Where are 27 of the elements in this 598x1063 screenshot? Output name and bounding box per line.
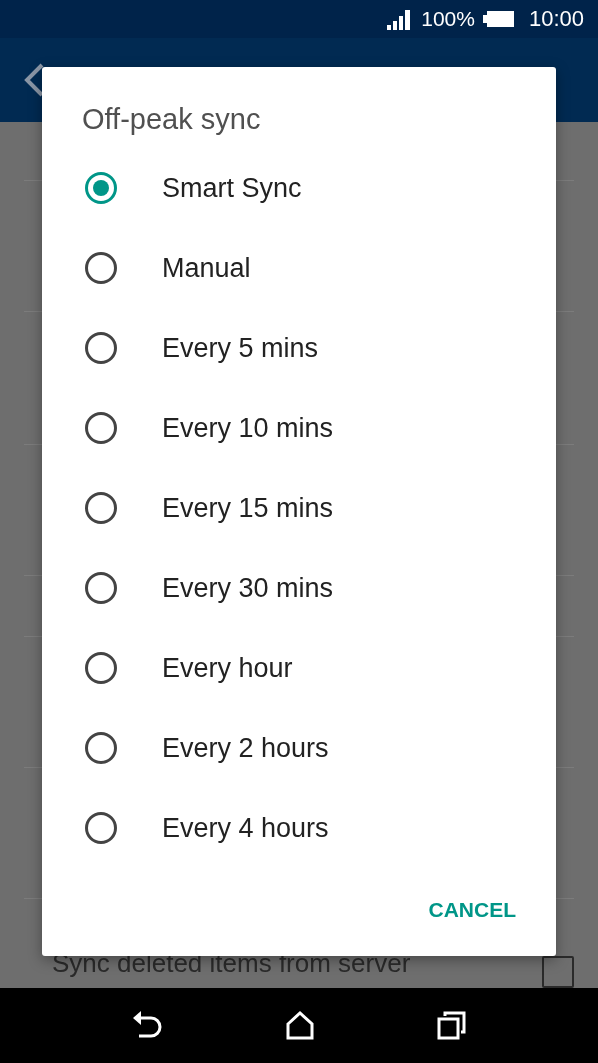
radio-option[interactable]: Every 2 hours [42, 708, 556, 788]
cancel-button[interactable]: CANCEL [426, 892, 518, 928]
back-icon[interactable] [131, 1010, 163, 1041]
dialog-title: Off-peak sync [82, 103, 262, 137]
radio-option[interactable]: Every 15 mins [42, 468, 556, 548]
recent-apps-icon[interactable] [437, 1010, 467, 1041]
back-icon[interactable] [24, 62, 44, 97]
radio-option[interactable]: Every 30 mins [42, 548, 556, 628]
radio-button-icon[interactable] [84, 411, 118, 445]
radio-option[interactable]: Smart Sync [42, 148, 556, 228]
radio-button-icon[interactable] [84, 331, 118, 365]
home-icon[interactable] [285, 1010, 315, 1041]
radio-button-icon[interactable] [84, 731, 118, 765]
radio-option[interactable]: Every 10 mins [42, 388, 556, 468]
battery-percentage: 100% [421, 6, 475, 31]
radio-button-icon[interactable] [84, 571, 118, 605]
radio-button-icon[interactable] [84, 171, 118, 205]
radio-button-icon[interactable] [84, 811, 118, 845]
radio-button-icon[interactable] [84, 651, 118, 685]
radio-button-icon[interactable] [84, 491, 118, 525]
battery-icon [482, 9, 515, 28]
clock: 10:00 [528, 5, 584, 32]
radio-button-icon[interactable] [84, 251, 118, 285]
radio-option[interactable]: Manual [42, 228, 556, 308]
radio-option[interactable]: Every hour [42, 628, 556, 708]
radio-option[interactable]: Every 5 mins [42, 308, 556, 388]
radio-option[interactable]: Every 4 hours [42, 788, 556, 868]
